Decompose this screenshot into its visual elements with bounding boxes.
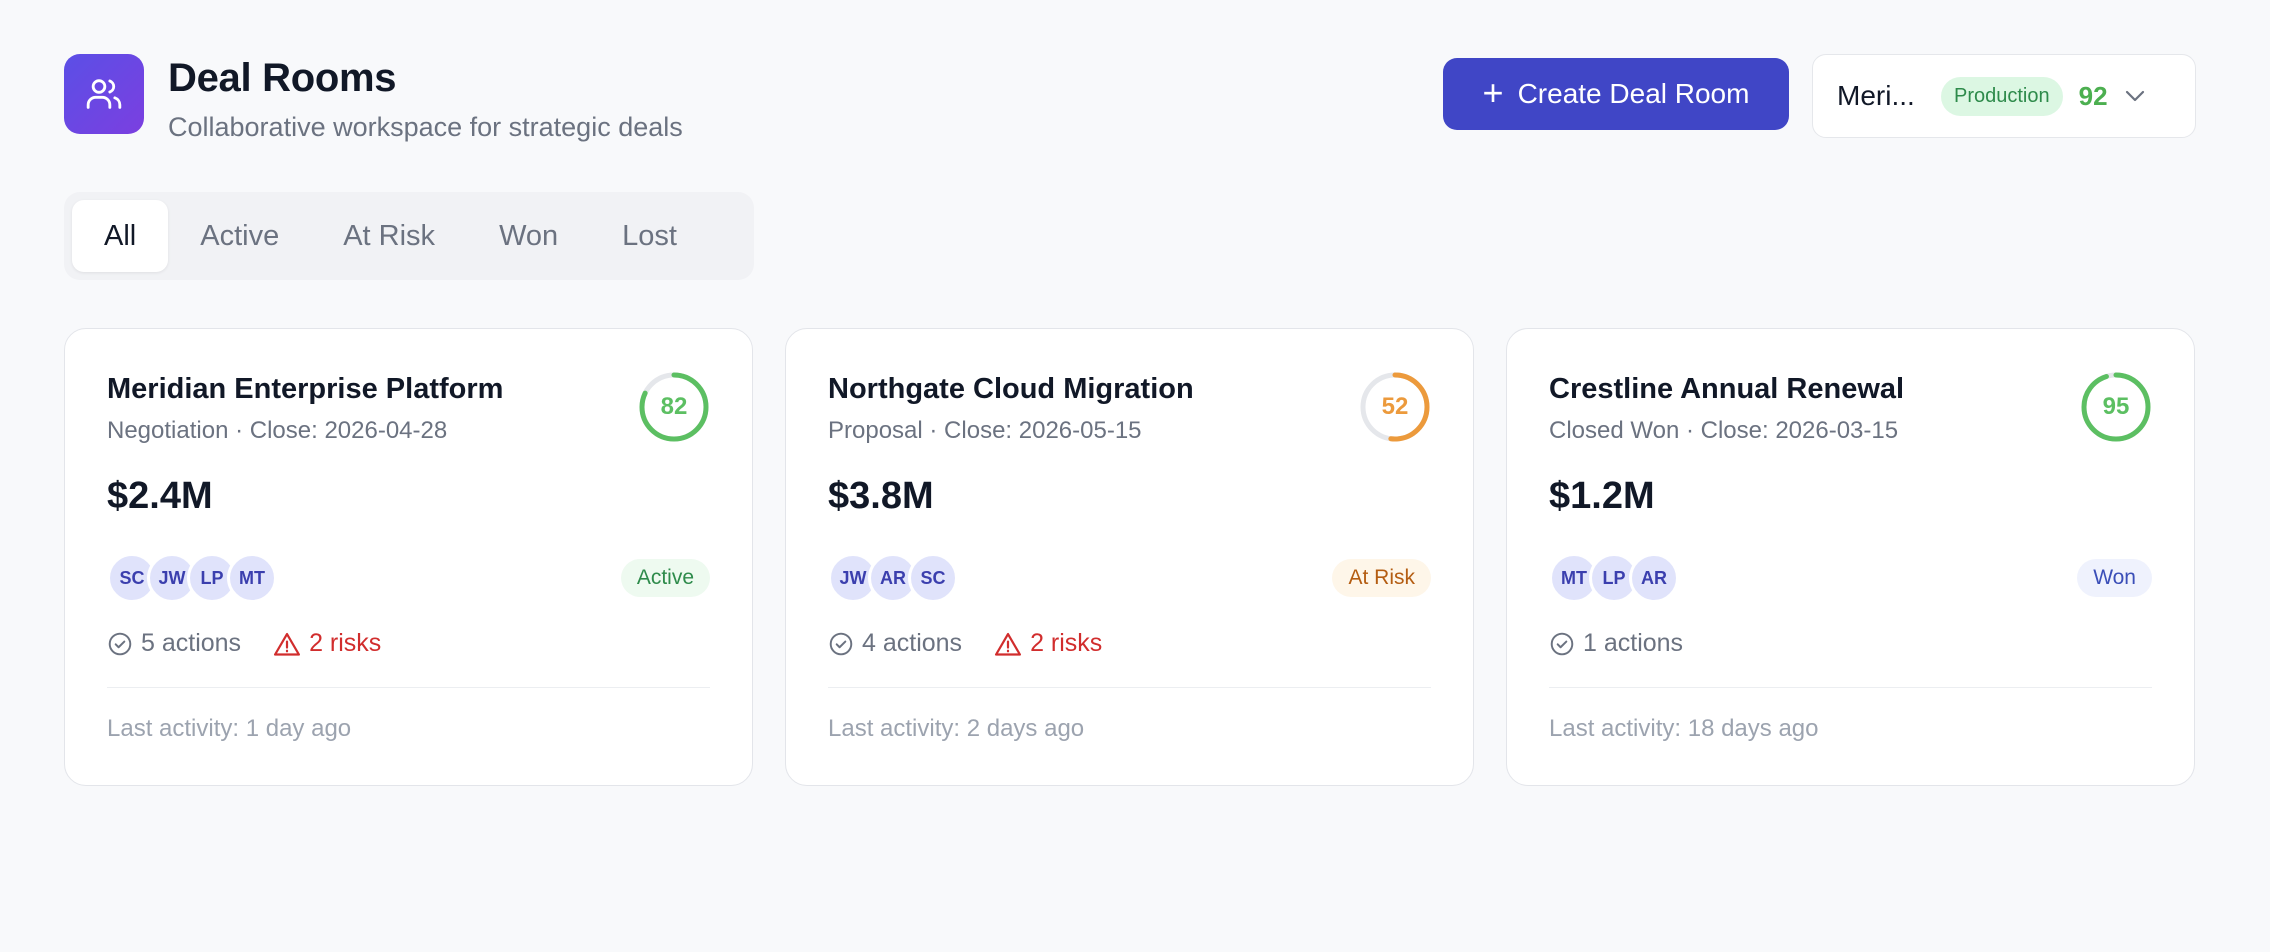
- avatar[interactable]: SC: [908, 553, 958, 603]
- deal-selector-dropdown[interactable]: Meri... Production 92: [1812, 54, 2196, 138]
- deal-amount: $2.4M: [107, 475, 213, 517]
- risks-label: 2 risks: [1030, 629, 1103, 657]
- health-score-value: 52: [1381, 393, 1409, 420]
- warning-triangle-icon: [274, 632, 301, 656]
- risks-label: 2 risks: [309, 629, 382, 657]
- status-badge: At Risk: [1332, 559, 1431, 597]
- deal-stage-close: Negotiation · Close: 2026-04-28: [107, 417, 448, 444]
- deal-room-card[interactable]: Meridian Enterprise Platform Negotiation…: [64, 328, 753, 786]
- page-header: Deal Rooms Collaborative workspace for s…: [64, 54, 2196, 142]
- avatar[interactable]: AR: [1629, 553, 1679, 603]
- health-score-value: 82: [660, 393, 688, 420]
- selected-deal-score: 92: [2078, 80, 2108, 111]
- deal-meta: 1 actions: [1549, 629, 1715, 658]
- page-title: Deal Rooms: [168, 56, 397, 100]
- deal-stage-close: Closed Won · Close: 2026-03-15: [1549, 417, 1899, 444]
- actions-count: 1 actions: [1549, 629, 1683, 658]
- users-icon: [64, 54, 144, 134]
- actions-count: 5 actions: [107, 629, 241, 658]
- deal-room-card[interactable]: Crestline Annual Renewal Closed Won · Cl…: [1506, 328, 2195, 786]
- page-subtitle: Collaborative workspace for strategic de…: [168, 112, 683, 142]
- filter-tabs: All Active At Risk Won Lost: [64, 192, 754, 280]
- check-circle-icon: [1550, 632, 1574, 655]
- deal-amount: $3.8M: [828, 475, 934, 517]
- plus-icon: +: [1482, 71, 1504, 113]
- team-avatars: MT LP AR: [1549, 553, 1679, 603]
- create-deal-room-label: Create Deal Room: [1517, 78, 1750, 109]
- divider: [107, 687, 710, 688]
- status-badge: Won: [2077, 559, 2152, 597]
- health-score-ring: 52: [1359, 371, 1431, 443]
- actions-label: 4 actions: [862, 629, 963, 657]
- title-block: Deal Rooms Collaborative workspace for s…: [168, 54, 683, 144]
- actions-label: 5 actions: [141, 629, 242, 657]
- check-circle-icon: [829, 632, 853, 655]
- last-activity: Last activity: 18 days ago: [1549, 715, 1819, 742]
- deal-stage-close: Proposal · Close: 2026-05-15: [828, 417, 1142, 444]
- health-score-ring: 82: [638, 371, 710, 443]
- last-activity: Last activity: 1 day ago: [107, 715, 352, 742]
- team-avatars: SC JW LP MT: [107, 553, 277, 603]
- deal-meta: 5 actions 2 risks: [107, 629, 413, 658]
- risks-count: 2 risks: [994, 629, 1102, 658]
- team-avatars: JW AR SC: [828, 553, 958, 603]
- avatar[interactable]: MT: [227, 553, 277, 603]
- health-score-ring: 95: [2080, 371, 2152, 443]
- deal-room-card[interactable]: Northgate Cloud Migration Proposal · Clo…: [785, 328, 1474, 786]
- deal-title: Northgate Cloud Migration: [828, 373, 1194, 405]
- deal-room-cards: Meridian Enterprise Platform Negotiation…: [64, 328, 2195, 786]
- divider: [828, 687, 1431, 688]
- create-deal-room-button[interactable]: + Create Deal Room: [1443, 58, 1789, 130]
- actions-count: 4 actions: [828, 629, 962, 658]
- status-badge: Active: [620, 559, 710, 597]
- deal-amount: $1.2M: [1549, 475, 1655, 517]
- deal-meta: 4 actions 2 risks: [828, 629, 1134, 658]
- risks-count: 2 risks: [273, 629, 381, 658]
- last-activity: Last activity: 2 days ago: [828, 715, 1085, 742]
- check-circle-icon: [108, 632, 132, 655]
- divider: [1549, 687, 2152, 688]
- tab-lost[interactable]: Lost: [590, 200, 709, 272]
- tab-all[interactable]: All: [72, 200, 169, 272]
- tab-won[interactable]: Won: [467, 200, 590, 272]
- tab-active[interactable]: Active: [168, 200, 311, 272]
- chevron-down-icon: [2124, 89, 2146, 103]
- tab-at-risk[interactable]: At Risk: [311, 200, 467, 272]
- environment-badge: Production: [1941, 76, 2063, 116]
- warning-triangle-icon: [995, 632, 1022, 656]
- deal-title: Crestline Annual Renewal: [1549, 373, 1905, 405]
- deal-title: Meridian Enterprise Platform: [107, 373, 504, 405]
- health-score-value: 95: [2102, 393, 2130, 420]
- actions-label: 1 actions: [1583, 629, 1684, 657]
- selected-deal-name: Meri...: [1837, 80, 1915, 111]
